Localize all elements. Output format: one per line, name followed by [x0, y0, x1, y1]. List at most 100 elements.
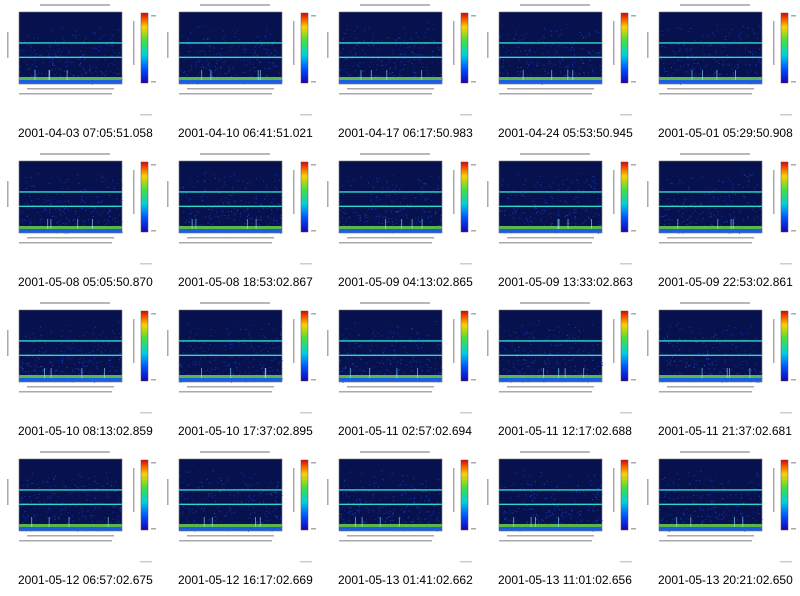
- colorbar: [621, 13, 628, 83]
- spectrogram-thumbnail[interactable]: 2001-05-11 12:17:02.688: [480, 298, 640, 447]
- colorbar: [621, 162, 628, 232]
- spectrogram-thumbnail[interactable]: 2001-05-09 04:13:02.865: [320, 149, 480, 298]
- spectrogram-image: [0, 149, 160, 271]
- timestamp-caption: 2001-05-11 12:17:02.688: [498, 424, 632, 438]
- band-lower: [339, 524, 442, 527]
- plot-area: [499, 12, 602, 84]
- band-middle: [339, 504, 442, 505]
- spectrogram-image: [160, 298, 320, 420]
- band-lower: [499, 375, 602, 378]
- spectrogram-image: [0, 298, 160, 420]
- plot-area: [499, 459, 602, 531]
- colorbar: [781, 460, 788, 530]
- plot-area: [19, 161, 122, 233]
- band-upper: [499, 340, 602, 341]
- spectrogram-image: [640, 447, 800, 569]
- timestamp-caption: 2001-05-13 20:21:02.650: [658, 573, 793, 587]
- spectrogram-thumbnail[interactable]: 2001-04-03 07:05:51.058: [0, 0, 160, 149]
- plot-header: [40, 153, 110, 155]
- plot-header: [520, 4, 590, 6]
- band-upper: [19, 42, 122, 43]
- timestamp-caption: 2001-05-10 08:13:02.859: [18, 424, 153, 438]
- band-upper: [339, 42, 442, 43]
- colorbar: [461, 13, 468, 83]
- band-middle: [499, 355, 602, 356]
- plot-header: [520, 153, 590, 155]
- spectrogram-thumbnail[interactable]: 2001-05-09 13:33:02.863: [480, 149, 640, 298]
- band-middle: [499, 57, 602, 58]
- band-upper: [659, 489, 762, 490]
- colorbar: [141, 311, 148, 381]
- plot-area: [19, 12, 122, 84]
- plot-header: [40, 451, 110, 453]
- spectrogram-image: [640, 149, 800, 271]
- plot-area: [339, 161, 442, 233]
- plot-header: [520, 451, 590, 453]
- band-upper: [339, 489, 442, 490]
- spectrogram-thumbnail[interactable]: 2001-05-12 06:57:02.675: [0, 447, 160, 596]
- band-middle: [19, 504, 122, 505]
- band-upper: [659, 42, 762, 43]
- spectrogram-image: [0, 0, 160, 122]
- plot-header: [360, 4, 430, 6]
- band-middle: [19, 206, 122, 207]
- band-middle: [19, 57, 122, 58]
- plot-area: [19, 310, 122, 382]
- plot-area: [659, 12, 762, 84]
- colorbar: [141, 13, 148, 83]
- plot-area: [179, 12, 282, 84]
- plot-header: [680, 4, 750, 6]
- timestamp-caption: 2001-04-24 05:53:50.945: [498, 126, 633, 140]
- band-middle: [499, 504, 602, 505]
- spectrogram-image: [160, 149, 320, 271]
- thumbnail-grid: 2001-04-03 07:05:51.058 2001-04-10 06:41:…: [0, 0, 800, 596]
- band-middle: [659, 355, 762, 356]
- plot-header: [680, 451, 750, 453]
- timestamp-caption: 2001-05-11 02:57:02.694: [338, 424, 472, 438]
- band-upper: [19, 191, 122, 192]
- spectrogram-image: [0, 447, 160, 569]
- band-upper: [179, 42, 282, 43]
- colorbar: [141, 162, 148, 232]
- band-upper: [499, 42, 602, 43]
- colorbar: [781, 13, 788, 83]
- spectrogram-thumbnail[interactable]: 2001-05-11 21:37:02.681: [640, 298, 800, 447]
- spectrogram-thumbnail[interactable]: 2001-05-12 16:17:02.669: [160, 447, 320, 596]
- colorbar: [621, 460, 628, 530]
- spectrogram-thumbnail[interactable]: 2001-04-24 05:53:50.945: [480, 0, 640, 149]
- band-middle: [659, 504, 762, 505]
- spectrogram-thumbnail[interactable]: 2001-05-10 08:13:02.859: [0, 298, 160, 447]
- band-upper: [499, 191, 602, 192]
- spectrogram-thumbnail[interactable]: 2001-05-08 18:53:02.867: [160, 149, 320, 298]
- spectrogram-thumbnail[interactable]: 2001-05-08 05:05:50.870: [0, 149, 160, 298]
- plot-header: [200, 153, 270, 155]
- spectrogram-thumbnail[interactable]: 2001-05-10 17:37:02.895: [160, 298, 320, 447]
- spectrogram-thumbnail[interactable]: 2001-05-13 20:21:02.650: [640, 447, 800, 596]
- band-middle: [339, 57, 442, 58]
- timestamp-caption: 2001-05-08 18:53:02.867: [178, 275, 313, 289]
- spectrogram-thumbnail[interactable]: 2001-04-10 06:41:51.021: [160, 0, 320, 149]
- spectrogram-image: [480, 298, 640, 420]
- band-upper: [339, 191, 442, 192]
- plot-area: [659, 310, 762, 382]
- colorbar: [621, 311, 628, 381]
- timestamp-caption: 2001-05-11 21:37:02.681: [658, 424, 792, 438]
- spectrogram-thumbnail[interactable]: 2001-05-11 02:57:02.694: [320, 298, 480, 447]
- plot-header: [40, 302, 110, 304]
- colorbar: [461, 460, 468, 530]
- spectrogram-thumbnail[interactable]: 2001-05-13 01:41:02.662: [320, 447, 480, 596]
- timestamp-caption: 2001-04-03 07:05:51.058: [18, 126, 153, 140]
- spectrogram-thumbnail[interactable]: 2001-04-17 06:17:50.983: [320, 0, 480, 149]
- plot-header: [680, 153, 750, 155]
- band-upper: [179, 340, 282, 341]
- spectrogram-thumbnail[interactable]: 2001-05-13 11:01:02.656: [480, 447, 640, 596]
- band-lower: [19, 226, 122, 229]
- band-upper: [19, 340, 122, 341]
- timestamp-caption: 2001-05-09 04:13:02.865: [338, 275, 473, 289]
- spectrogram-thumbnail[interactable]: 2001-05-01 05:29:50.908: [640, 0, 800, 149]
- spectrogram-thumbnail[interactable]: 2001-05-09 22:53:02.861: [640, 149, 800, 298]
- spectrogram-image: [320, 0, 480, 122]
- timestamp-caption: 2001-04-17 06:17:50.983: [338, 126, 473, 140]
- plot-area: [659, 161, 762, 233]
- colorbar: [141, 460, 148, 530]
